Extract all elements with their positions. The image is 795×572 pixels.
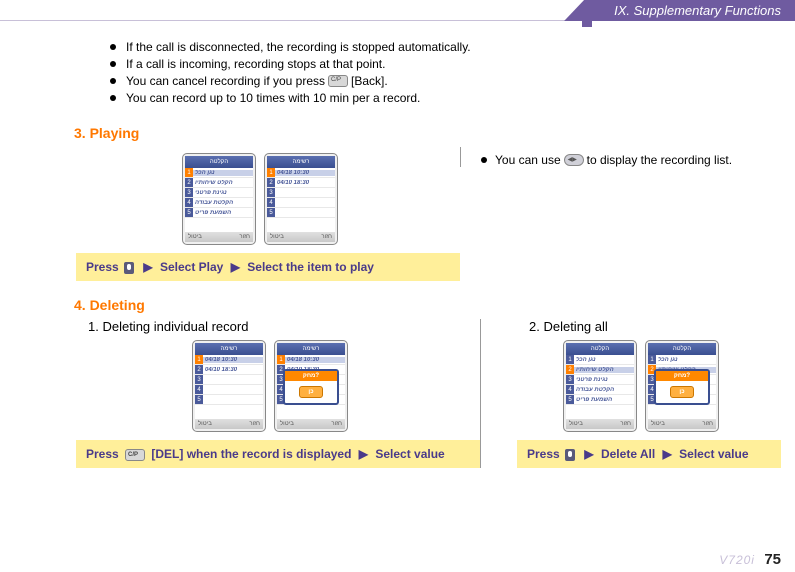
model-label: V720i: [719, 553, 755, 567]
popup-confirm-button: כן: [299, 386, 322, 398]
bullet-item: You can cancel recording if you press [B…: [110, 74, 781, 88]
bullet-icon: [110, 95, 116, 101]
bullet-text-pre: You can cancel recording if you press: [126, 74, 325, 88]
header-tabs: IX. Supplementary Functions: [584, 0, 795, 21]
popup-title: מחק?: [285, 371, 337, 381]
del-key-icon: [125, 449, 145, 461]
chapter-tab: IX. Supplementary Functions: [584, 0, 795, 21]
arrow-icon: ▶: [143, 258, 152, 276]
subsection-4-2-title: 2. Deleting all: [529, 319, 781, 334]
phone-screen: רשימה 104/18 10:30 204/10 18:30 3 4 5 בי…: [192, 340, 266, 432]
bullet-item: You can record up to 10 times with 10 mi…: [110, 91, 781, 105]
menu-item: השמעת פריט: [193, 210, 253, 216]
press-label: Press: [86, 447, 119, 461]
clear-key-icon: [328, 75, 348, 87]
softkey-right: חזור: [239, 234, 250, 240]
list-item: 04/18 10:30: [203, 357, 263, 363]
nav-key-icon: [564, 154, 584, 166]
deleting-2-screenshots: הקלטה 1נגן הכל 2הקלט שיחותיו 3נגינת פרטנ…: [501, 340, 781, 432]
bullet-icon: [110, 44, 116, 50]
deleting-1-instruction: Press [DEL] when the record is displayed…: [76, 440, 480, 468]
deleting-1-screenshots: רשימה 104/18 10:30 204/10 18:30 3 4 5 בי…: [60, 340, 480, 432]
step-text: Select the item to play: [247, 260, 374, 274]
record-key-icon: [124, 262, 134, 274]
section-3-title: 3. Playing: [74, 125, 781, 141]
phone-screen: רשימה 104/18 10:30 204/10 18:30 3 4 5 בי…: [264, 153, 338, 245]
press-label: Press: [527, 447, 560, 461]
step-text: Select value: [375, 447, 444, 461]
section-4-title: 4. Deleting: [74, 297, 781, 313]
arrow-icon: ▶: [584, 445, 593, 463]
bullet-icon: [110, 61, 116, 67]
softkey-right: חזור: [321, 234, 332, 240]
bullet-text: You can record up to 10 times with 10 mi…: [126, 91, 420, 105]
phone-screen-popup: הקלטה 1נגן הכל 2הקלט שיחותיו 3נגינת פרטנ…: [645, 340, 719, 432]
bullet-text: If a call is incoming, recording stops a…: [126, 57, 385, 71]
press-label: Press: [86, 260, 119, 274]
menu-item: נגן הכל: [193, 170, 253, 176]
playing-screenshots: הקלטה 1נגן הכל 2הקלט שיחותיו 3נגינת פרטנ…: [60, 153, 460, 245]
list-item: 04/10 18:30: [275, 180, 335, 186]
arrow-icon: ▶: [359, 445, 368, 463]
arrow-icon: ▶: [231, 258, 240, 276]
menu-item: נגינת פרטני: [193, 190, 253, 196]
deleting-2-instruction: Press ▶ Delete All ▶ Select value: [517, 440, 781, 468]
bullet-item: If a call is incoming, recording stops a…: [110, 57, 781, 71]
playing-note: You can use to display the recording lis…: [481, 153, 781, 167]
list-item: 04/10 18:30: [203, 367, 263, 373]
phone-screen: הקלטה 1נגן הכל 2הקלט שיחותיו 3נגינת פרטנ…: [182, 153, 256, 245]
softkey-left: ביטול: [270, 234, 284, 240]
popup-confirm-button: כן: [670, 386, 693, 398]
bullet-item: If the call is disconnected, the recordi…: [110, 40, 781, 54]
softkey-left: ביטול: [188, 234, 202, 240]
bullet-icon: [110, 78, 116, 84]
phone-title: הקלטה: [185, 156, 253, 168]
intro-bullets: If the call is disconnected, the recordi…: [110, 40, 781, 105]
step-text: Select value: [679, 447, 748, 461]
arrow-icon: ▶: [663, 445, 672, 463]
note-pre: You can use: [495, 153, 561, 167]
confirm-popup: מחק? כן: [283, 369, 339, 405]
step-text: Delete All: [601, 447, 655, 461]
step-text: [DEL] when the record is displayed: [151, 447, 351, 461]
bullet-text: If the call is disconnected, the recordi…: [126, 40, 471, 54]
page-number: 75: [764, 551, 781, 568]
phone-screen: הקלטה 1נגן הכל 2הקלט שיחותיו 3נגינת פרטנ…: [563, 340, 637, 432]
phone-screen-popup: רשימה 104/18 10:30 204/10 18:30 3 4 5 בי…: [274, 340, 348, 432]
note-post: to display the recording list.: [587, 153, 732, 167]
bullet-text-post: [Back].: [351, 74, 388, 88]
popup-title: מחק?: [656, 371, 708, 381]
phone-title: הקלטה: [566, 343, 634, 355]
menu-item: הקלטת עבודה: [193, 200, 253, 206]
record-key-icon: [565, 449, 575, 461]
phone-title: רשימה: [195, 343, 263, 355]
bullet-icon: [481, 157, 487, 163]
list-item: 04/18 10:30: [275, 170, 335, 176]
confirm-popup: מחק? כן: [654, 369, 710, 405]
page-footer: V720i 75: [719, 551, 781, 568]
menu-item: הקלט שיחותיו: [193, 180, 253, 186]
subsection-4-1-title: 1. Deleting individual record: [88, 319, 480, 334]
playing-instruction: Press ▶ Select Play ▶ Select the item to…: [76, 253, 460, 281]
step-text: Select Play: [160, 260, 223, 274]
phone-title: רשימה: [267, 156, 335, 168]
